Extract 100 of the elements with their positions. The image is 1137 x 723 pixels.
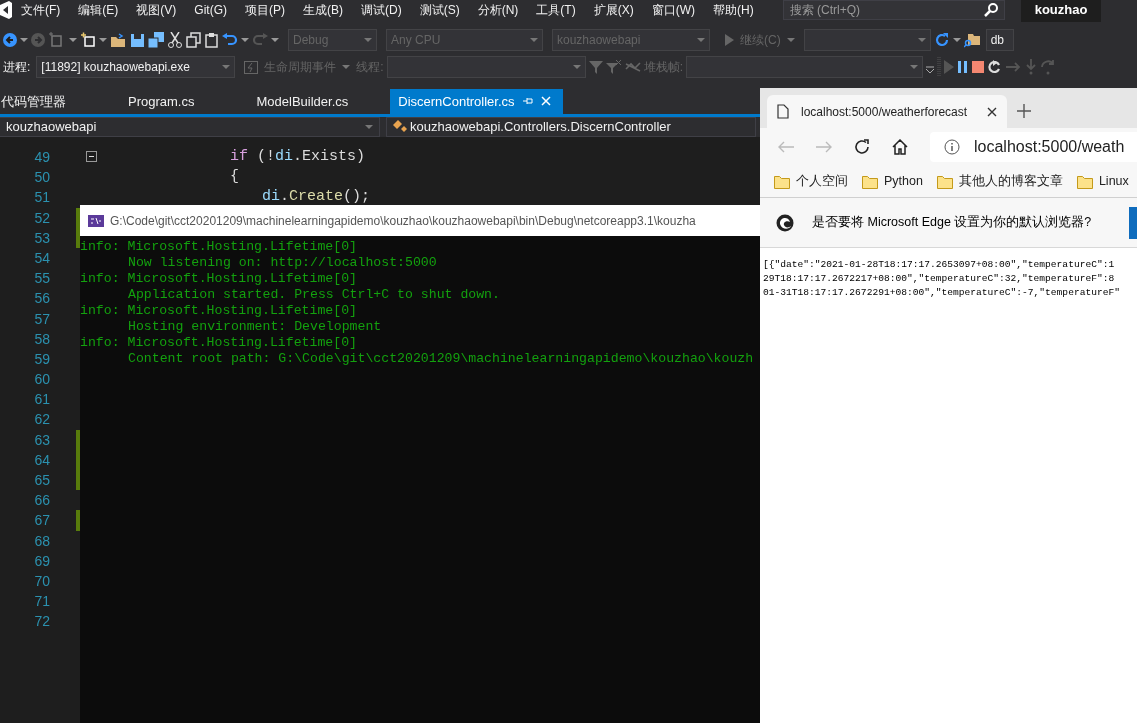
class-dropdown[interactable]: kouzhaowebapi.Controllers.DiscernController [386,117,756,137]
line-number: 65 [34,471,50,490]
folder-icon [1076,174,1093,189]
open-folder-icon[interactable] [110,32,127,48]
close-icon[interactable] [987,106,997,117]
line-number: 53 [34,228,50,248]
back-icon[interactable] [3,33,17,47]
console-line: Application started. Press Ctrl+C to shut down. [127,287,500,303]
line-number: 66 [34,491,50,511]
menu-item[interactable]: 调试(D) [352,1,411,19]
menu-item[interactable]: 编辑(E) [69,1,128,19]
caret-icon[interactable] [99,37,107,43]
console-line: Content root path: G:\Code\git\cct20201209\machinelearningapidemo\kouzhao\kouzh [127,351,754,367]
line-number: 63 [34,430,50,450]
pause-icon[interactable] [957,60,970,74]
browser-tab[interactable]: localhost:5000/weatherforecast [767,95,1007,128]
line-number: 61 [34,390,50,410]
menu-item[interactable]: 工具(T) [527,1,585,19]
code-line: di.Create(); [262,187,371,208]
bookmark[interactable]: Python [862,172,923,191]
filter-icon[interactable] [588,60,603,74]
folder-icon [936,174,953,189]
stop-icon[interactable] [972,61,985,73]
menu-item[interactable]: Git(G) [185,1,236,19]
line-number: 67 [34,511,50,531]
file-tab[interactable]: ModelBuilder.cs [206,88,361,114]
process-dropdown[interactable]: [11892] kouzhaowebapi.exe [36,56,236,78]
caret-icon[interactable] [20,37,28,43]
line-number: 49 [34,148,50,167]
caret-icon[interactable] [69,37,77,43]
console-line: info: Microsoft.Hosting.Lifetime[0] [80,303,357,319]
line-number: 60 [34,370,50,390]
paste-icon[interactable] [204,32,219,48]
new-tab-icon[interactable] [1017,104,1031,118]
caret-icon[interactable] [952,37,961,43]
console-line: Now listening on: http://localhost:5000 [127,255,437,271]
caret-icon[interactable] [241,37,249,43]
home-icon[interactable] [892,139,908,155]
console-icon [88,214,104,227]
menu-item[interactable]: 项目(P) [236,1,294,19]
menu-item[interactable]: 生成(B) [294,1,352,19]
line-number: 59 [34,349,50,369]
line-number: 62 [34,410,50,430]
save-all-icon[interactable] [148,32,164,48]
line-number: 58 [34,329,50,349]
json-text-line: 01-31T18:17:17.2672291+08:00","temperatureC":-7,"temperatureF" [763,286,1120,300]
set-default-button[interactable] [1129,206,1137,239]
process-label: 进程: [3,59,31,76]
caret-icon[interactable] [271,37,279,43]
line-number: 54 [34,248,50,268]
json-text-line: [{"date":"2021-01-28T18:17:17.2653097+08:00","temperatureC":1 [763,258,1115,272]
json-text-line: 29T18:17:17.2672217+08:00","temperatureC":32,"temperatureF":8 [763,272,1115,286]
menu-item[interactable]: 文件(F) [12,1,70,19]
console-line: info: Microsoft.Hosting.Lifetime[0] [80,271,357,287]
line-number: 64 [34,450,50,470]
line-number: 52 [34,208,50,228]
file-tab[interactable]: 代码管理器 [1,88,78,114]
folder-search-icon[interactable] [963,32,980,48]
cut-icon[interactable] [167,32,183,48]
file-tab[interactable]: Program.cs [78,88,207,114]
bookmark[interactable]: 个人空间 [774,172,848,191]
undo-icon[interactable] [222,33,238,47]
window-title: G:\Code\git\cct20201209\machinelearningapidemo\kouzhao\kouzhaowebapi\bin\Debug\netcoreapp3.1\kouzha [110,212,696,230]
collapse-icon[interactable] [86,150,97,162]
database-field[interactable]: db [985,29,1014,51]
new-project-icon[interactable] [80,32,96,48]
banner-text: 是否要将 Microsoft Edge 设置为你的默认浏览器? [812,214,1092,232]
class-icon [393,120,407,134]
address-bar[interactable]: localhost:5000/weath [930,132,1137,162]
pin-icon[interactable] [522,96,533,107]
line-number: 72 [34,612,50,632]
menu-item[interactable]: 视图(V) [127,1,186,19]
menu-item[interactable]: 窗口(W) [642,1,704,19]
menu-item[interactable]: 帮助(H) [704,1,763,19]
line-number: 51 [34,188,50,208]
code-line: { [230,167,239,188]
refresh-icon[interactable] [854,139,870,155]
menu-item[interactable]: 扩展(X) [584,1,643,19]
save-icon[interactable] [130,32,145,48]
filter-clear-icon[interactable] [605,60,622,74]
line-number: 55 [34,269,50,289]
bookmark[interactable]: 其他人的博客文章 [936,172,1063,191]
menu-item[interactable]: 分析(N) [468,1,528,19]
code-line: if (!di.Exists) [230,147,366,167]
line-number: 71 [34,592,50,612]
copy-icon[interactable] [186,32,201,48]
page-icon [777,104,789,119]
line-number: 50 [34,168,50,188]
menu-item[interactable]: 测试(S) [410,1,469,19]
file-tab[interactable]: DiscernController.cs [390,88,563,114]
search-field[interactable]: 搜索 (Ctrl+Q) [782,0,1005,20]
play-icon [725,34,734,46]
console-line: info: Microsoft.Hosting.Lifetime[0] [80,239,357,255]
user-name[interactable]: kouzhao [1020,0,1102,22]
search-icon[interactable] [983,3,998,17]
line-number: 56 [34,289,50,309]
info-icon[interactable] [944,139,960,155]
lightning-icon [244,60,259,74]
project-dropdown[interactable]: kouzhaowebapi [0,117,380,137]
bookmark[interactable]: Linux [1076,172,1129,191]
